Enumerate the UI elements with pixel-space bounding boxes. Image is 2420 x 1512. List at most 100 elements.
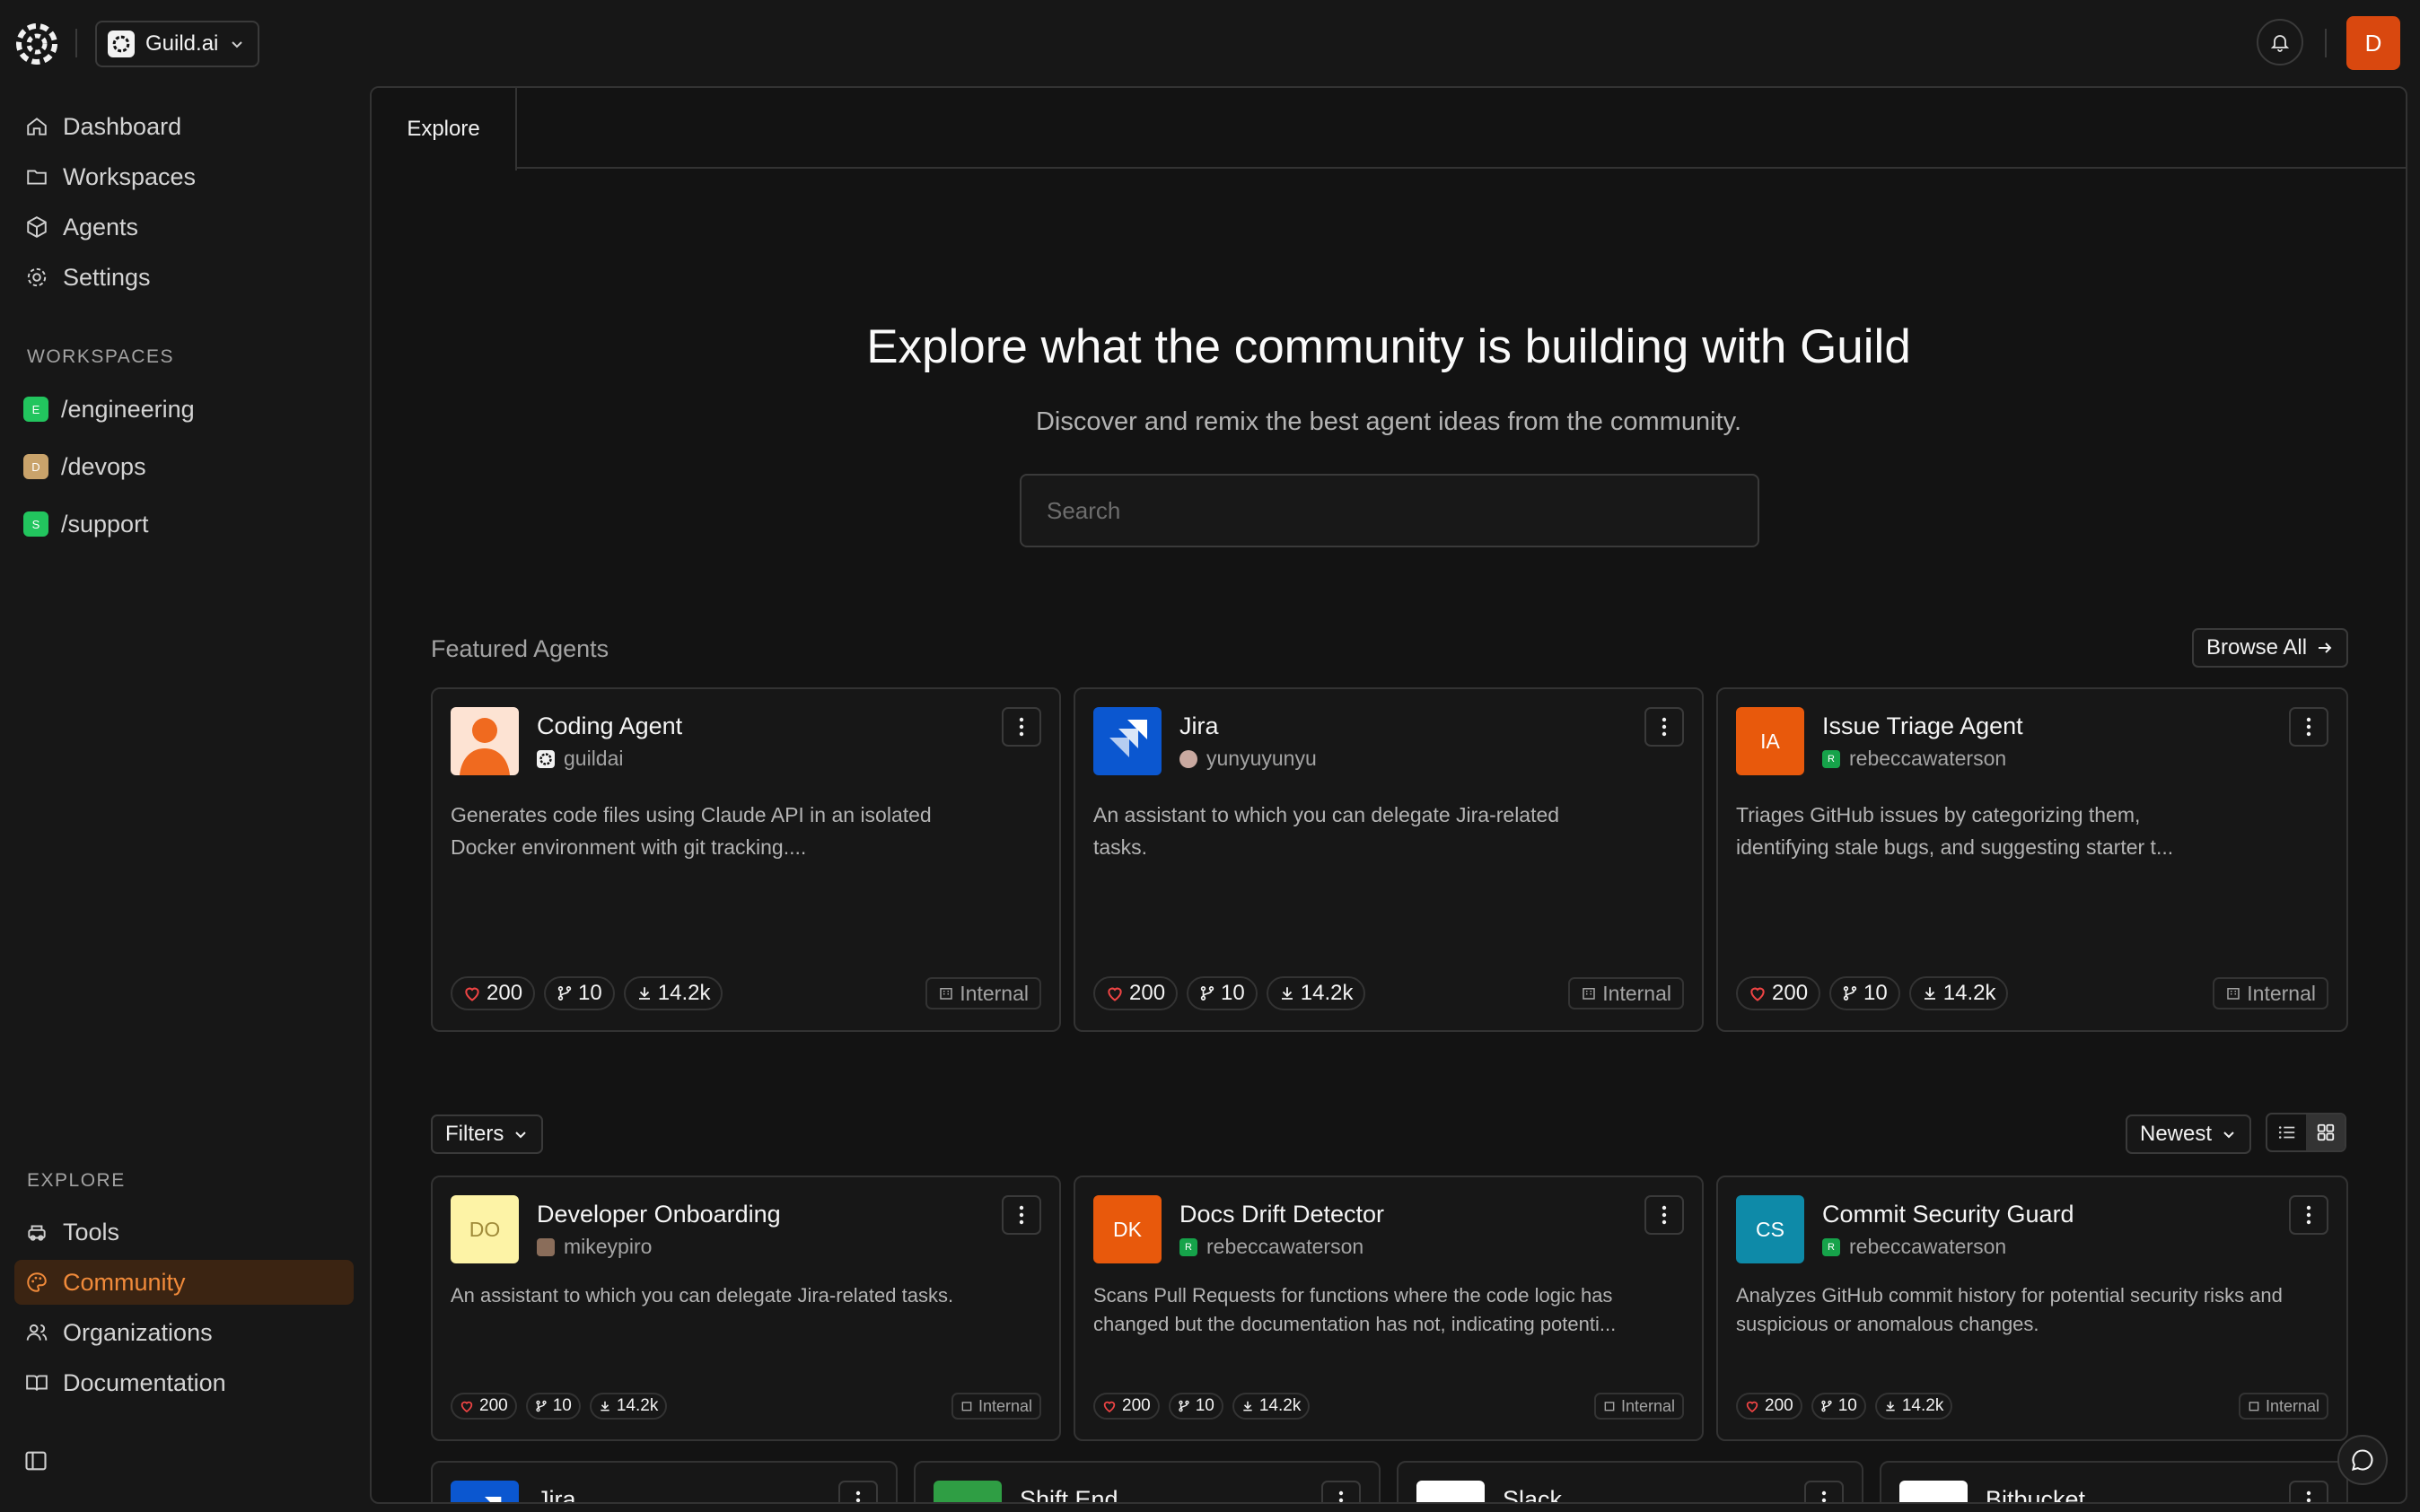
- chevron-down-icon: [229, 36, 245, 52]
- forks-count[interactable]: 10: [1811, 1393, 1866, 1420]
- arrow-right-icon: [2316, 639, 2334, 657]
- card-menu-button[interactable]: [2289, 707, 2328, 747]
- card-menu-button[interactable]: [1644, 707, 1684, 747]
- filters-button[interactable]: Filters: [431, 1114, 544, 1154]
- agent-card[interactable]: CS Commit Security Guard R rebeccawaters…: [1716, 1176, 2348, 1441]
- forks-value: 10: [552, 1396, 572, 1415]
- agent-card[interactable]: Jira: [431, 1461, 898, 1502]
- list-view-button[interactable]: [2267, 1114, 2306, 1150]
- downloads-count[interactable]: 14.2k: [1908, 976, 2009, 1010]
- author-name: rebeccawaterson: [1206, 1235, 1364, 1258]
- forks-count[interactable]: 10: [1829, 976, 1900, 1010]
- likes-count[interactable]: 200: [1736, 1393, 1802, 1420]
- agent-card[interactable]: Slack: [1397, 1461, 1863, 1502]
- card-menu-button[interactable]: [1321, 1481, 1361, 1502]
- card-menu-button[interactable]: [2289, 1481, 2328, 1502]
- agent-initials: CS: [1756, 1217, 1784, 1241]
- agent-author[interactable]: R rebeccawaterson: [1822, 1235, 2006, 1259]
- jira-logo-icon: [1109, 720, 1147, 757]
- agent-stats: 200 10 14.2k: [1736, 976, 2009, 1010]
- agent-author[interactable]: mikeypiro: [537, 1235, 652, 1259]
- heart-icon: [465, 987, 479, 1001]
- user-avatar: [537, 1237, 555, 1256]
- downloads-count[interactable]: 14.2k: [589, 1393, 668, 1420]
- grid-icon: [2317, 1123, 2334, 1141]
- collapse-sidebar-icon[interactable]: [23, 1448, 48, 1473]
- workspace-item-devops[interactable]: D /devops: [14, 444, 146, 489]
- user-avatar[interactable]: D: [2346, 16, 2400, 70]
- likes-count[interactable]: 200: [1736, 976, 1821, 1010]
- card-menu-button[interactable]: [1002, 1195, 1041, 1235]
- agent-author[interactable]: R rebeccawaterson: [1179, 1235, 1363, 1259]
- agent-stats: 200 10 14.2k: [1093, 1393, 1311, 1420]
- agent-description: Triages GitHub issues by categorizing th…: [1736, 803, 2174, 859]
- likes-count[interactable]: 200: [1093, 1393, 1160, 1420]
- book-icon: [23, 1369, 50, 1396]
- agent-initials: DO: [469, 1217, 501, 1241]
- agent-author[interactable]: yunyuyunyu: [1179, 747, 1317, 771]
- forks-count[interactable]: 10: [544, 976, 615, 1010]
- notifications-button[interactable]: [2257, 19, 2303, 66]
- sidebar-item-organizations[interactable]: Organizations: [14, 1310, 354, 1355]
- grid-view-button[interactable]: [2306, 1114, 2345, 1150]
- downloads-value: 14.2k: [657, 981, 711, 1005]
- chevron-down-icon: [2221, 1126, 2237, 1142]
- downloads-count[interactable]: 14.2k: [1266, 976, 1366, 1010]
- sidebar-item-agents[interactable]: Agents: [14, 205, 354, 249]
- agent-description: An assistant to which you can delegate J…: [1093, 803, 1560, 859]
- card-menu-button[interactable]: [1644, 1195, 1684, 1235]
- featured-agent-card[interactable]: IA Issue Triage Agent R rebeccawaterson …: [1716, 687, 2348, 1032]
- visibility-badge: Internal: [1568, 977, 1684, 1009]
- agent-card[interactable]: Shift End: [914, 1461, 1381, 1502]
- browse-all-label: Browse All: [2206, 635, 2308, 660]
- likes-count[interactable]: 200: [451, 976, 536, 1010]
- agent-author[interactable]: R rebeccawaterson: [1822, 747, 2006, 771]
- agent-card[interactable]: DO Developer Onboarding mikeypiro An ass…: [431, 1176, 1061, 1441]
- more-vertical-icon: [1821, 1490, 1827, 1502]
- featured-agent-card[interactable]: Coding Agent guildai Generates code file…: [431, 687, 1061, 1032]
- tab-explore[interactable]: Explore: [372, 88, 517, 170]
- sidebar-item-settings[interactable]: Settings: [14, 255, 354, 300]
- likes-value: 200: [1765, 1396, 1793, 1415]
- org-switcher[interactable]: Guild.ai: [95, 21, 259, 67]
- sidebar-item-dashboard[interactable]: Dashboard: [14, 104, 354, 149]
- sidebar-item-community[interactable]: Community: [14, 1260, 354, 1305]
- download-icon: [1281, 987, 1293, 1000]
- forks-count[interactable]: 10: [1168, 1393, 1223, 1420]
- card-menu-button[interactable]: [1002, 707, 1041, 747]
- workspace-item-engineering[interactable]: E /engineering: [14, 387, 195, 432]
- sidebar-item-tools[interactable]: Tools: [14, 1210, 354, 1254]
- agent-name: Jira: [1179, 712, 1219, 739]
- agent-author[interactable]: guildai: [537, 747, 624, 771]
- card-menu-button[interactable]: [1804, 1481, 1844, 1502]
- downloads-count[interactable]: 14.2k: [623, 976, 723, 1010]
- folder-icon: [23, 163, 50, 190]
- downloads-count[interactable]: 14.2k: [1232, 1393, 1311, 1420]
- forks-count[interactable]: 10: [525, 1393, 581, 1420]
- building-icon: [961, 1402, 972, 1411]
- sidebar-item-documentation[interactable]: Documentation: [14, 1360, 354, 1405]
- chat-button[interactable]: [2337, 1435, 2388, 1485]
- workspace-badge: E: [23, 397, 48, 422]
- search-input[interactable]: [1020, 474, 1759, 547]
- card-menu-button[interactable]: [838, 1481, 878, 1502]
- author-name: rebeccawaterson: [1849, 1235, 2007, 1258]
- agent-thumbnail: DO: [451, 1195, 519, 1263]
- heart-icon: [1750, 987, 1765, 1001]
- tab-bar: [372, 88, 2406, 169]
- sort-select[interactable]: Newest: [2126, 1114, 2252, 1154]
- visibility-label: Internal: [2265, 1396, 2319, 1415]
- agent-description: An assistant to which you can delegate J…: [451, 1284, 954, 1307]
- likes-count[interactable]: 200: [451, 1393, 517, 1420]
- agent-card[interactable]: DK Docs Drift Detector R rebeccawaterson…: [1074, 1176, 1704, 1441]
- card-menu-button[interactable]: [2289, 1195, 2328, 1235]
- forks-count[interactable]: 10: [1187, 976, 1258, 1010]
- featured-agent-card[interactable]: Jira yunyuyunyu An assistant to which yo…: [1074, 687, 1704, 1032]
- agent-card[interactable]: Bitbucket: [1880, 1461, 2348, 1502]
- workspace-item-support[interactable]: S /support: [14, 502, 149, 546]
- sidebar-item-workspaces[interactable]: Workspaces: [14, 154, 354, 199]
- browse-all-button[interactable]: Browse All: [2192, 628, 2349, 668]
- likes-count[interactable]: 200: [1093, 976, 1179, 1010]
- downloads-count[interactable]: 14.2k: [1874, 1393, 1953, 1420]
- guild-logo-icon[interactable]: [16, 23, 57, 65]
